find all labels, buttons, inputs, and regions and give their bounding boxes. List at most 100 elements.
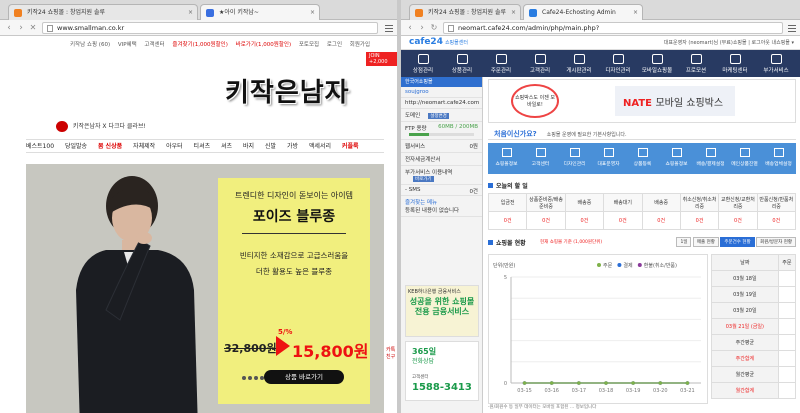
menu-mobile[interactable]: 모바일쇼핑몰 — [639, 50, 675, 77]
extra-service-button[interactable]: 바로가기 — [413, 176, 434, 182]
slider-dots[interactable] — [242, 375, 266, 382]
phone-support-banner[interactable]: 365일 전화상담 고객센터 1588-3413 — [405, 341, 479, 401]
nav-item[interactable]: 당일발송 — [65, 140, 87, 153]
menu-customer[interactable]: 고객관리 — [522, 50, 558, 77]
quick-item[interactable]: 상품등록 — [624, 143, 661, 174]
forward-icon[interactable]: › — [417, 22, 427, 34]
menu-marketing[interactable]: 마케팅센터 — [717, 50, 753, 77]
quick-item[interactable]: 메인상품진열 — [726, 143, 763, 174]
data-point — [658, 381, 663, 385]
quick-item[interactable]: 대표운영자 — [590, 143, 627, 174]
customer-icon — [534, 54, 546, 64]
login-link[interactable]: 로그인 — [327, 42, 342, 48]
board-icon — [573, 54, 585, 64]
nav-item[interactable]: 베스트100 — [26, 140, 54, 153]
tab-sales[interactable]: 매출 현황 — [692, 237, 719, 247]
menu-board[interactable]: 게시판관리 — [561, 50, 597, 77]
close-icon[interactable]: × — [188, 5, 193, 20]
nav-item[interactable]: 가방 — [287, 140, 298, 153]
go-to-product-button[interactable]: 상품 바로가기 — [264, 370, 344, 384]
nav-item[interactable]: 액세서리 — [309, 140, 331, 153]
menu-promotion[interactable]: 프로모션 — [678, 50, 714, 77]
close-icon[interactable]: × — [310, 5, 315, 20]
signup-link[interactable]: 회원가입 — [350, 42, 370, 48]
quick-item[interactable]: 고객센터 — [522, 143, 559, 174]
ftp-progress-bar — [409, 133, 474, 136]
tab-1[interactable]: 키작24 쇼핑몰 : 창업지원 솔루 × — [409, 4, 521, 20]
quick-item[interactable]: 디자인관리 — [556, 143, 593, 174]
menu-store[interactable]: 상점관리 — [405, 50, 441, 77]
close-icon[interactable]: × — [633, 5, 638, 20]
top-link[interactable]: 고객센터 — [144, 42, 164, 48]
quick-menu: 쇼핑몰정보 고객센터 디자인관리 대표운영자 상품등록 쇼핑몰정보 배송/결제설… — [488, 143, 796, 174]
top-link[interactable]: 바로가기(1,000원할인) — [236, 42, 291, 48]
reload-icon[interactable]: ↻ — [429, 22, 439, 34]
nav-item[interactable]: 봄 신상품 — [98, 140, 122, 153]
quick-item[interactable]: 쇼핑몰정보 — [488, 143, 525, 174]
tab-label: 키작24 쇼핑몰 : 창업지원 솔루 — [428, 9, 507, 16]
nav-item[interactable]: 커플룩 — [342, 140, 359, 153]
nav-item[interactable]: 신발 — [265, 140, 276, 153]
top-links: 키작남 쇼핑 (60) VIP혜택 고객센터 즐겨찾기(1,000원할인) 바로… — [70, 40, 376, 48]
nav-item[interactable]: 셔츠 — [221, 140, 232, 153]
reload-icon[interactable]: ✕ — [28, 22, 38, 34]
quick-item[interactable]: 쇼핑몰정보 — [658, 143, 695, 174]
forward-icon[interactable]: › — [16, 22, 26, 34]
url-input[interactable]: neomart.cafe24.com/admin/php/main.php? — [443, 22, 783, 34]
x-tick-label: 03-18 — [599, 388, 614, 394]
table-cell — [777, 350, 797, 367]
nav-item[interactable]: 아우터 — [166, 140, 183, 153]
menu-icon[interactable] — [787, 23, 797, 33]
nav-item[interactable]: 티셔츠 — [194, 140, 211, 153]
nav-item[interactable]: 자체제작 — [133, 140, 155, 153]
mobile-icon — [651, 54, 663, 64]
top-link[interactable]: VIP혜택 — [118, 42, 137, 48]
data-point — [685, 381, 690, 385]
menu-design[interactable]: 디자인관리 — [600, 50, 636, 77]
back-icon[interactable]: ‹ — [405, 22, 415, 34]
join-badge[interactable]: JOIN +2,000 — [366, 52, 397, 66]
tab-1[interactable]: 키작24 쇼핑몰 : 창업지원 솔루 × — [8, 4, 198, 20]
model-photo — [76, 176, 198, 413]
page-icon — [448, 25, 454, 32]
table-cell: 주문 — [777, 254, 797, 271]
url-input[interactable]: www.smallman.co.kr — [42, 22, 378, 34]
domain-url[interactable]: http://neomart.cafe24.com — [405, 100, 479, 106]
data-point — [604, 381, 608, 385]
top-link[interactable]: 포토모집 — [299, 42, 319, 48]
back-icon[interactable]: ‹ — [4, 22, 14, 34]
period-select[interactable]: 1일 — [676, 237, 692, 247]
table-row: 0건 0건 0건 0건 0건 0건 0건 0건 — [487, 211, 797, 230]
keb-bank-banner[interactable]: KEB하나은행 금융서비스 성공을 위한 쇼핑몰 전용 금융서비스 — [405, 285, 479, 337]
tab-visitors[interactable]: 회원/방문자 현황 — [756, 237, 796, 247]
table-cell: 03월 19일 — [711, 286, 779, 303]
quick-item[interactable]: 배송업체설정 — [760, 143, 797, 174]
domain-setting-button[interactable]: 설정변경 — [428, 113, 449, 119]
promo-banner[interactable]: 트렌디한 디자인이 돋보이는 아이템 포이즈 블루종 빈티지한 소재감으로 고급… — [26, 164, 384, 413]
table-row: 주간평균 — [711, 334, 797, 351]
table-cell: 03월 21일 (금일) — [711, 318, 779, 335]
menu-product[interactable]: 상품관리 — [444, 50, 480, 77]
y-tick-label: 0 — [504, 381, 507, 387]
quick-item[interactable]: 배송/결제설정 — [692, 143, 729, 174]
legend-label: 결제 — [623, 262, 633, 269]
menu-order[interactable]: 주문관리 — [483, 50, 519, 77]
top-link[interactable]: 키작남 쇼핑 (60) — [70, 42, 110, 48]
nate-ad-banner[interactable]: 쇼핑박스도 이젠 모바일로! NATE 모바일 쇼핑박스 — [488, 79, 796, 123]
close-icon[interactable]: × — [511, 5, 516, 20]
menu-icon[interactable] — [384, 23, 394, 33]
site-logo[interactable]: 키작은남자 — [225, 72, 350, 109]
tab-orders[interactable]: 주문건수 현황 — [720, 237, 755, 247]
cafe24-logo[interactable]: cafe24 쇼핑몰센터 — [409, 37, 468, 47]
addon-icon — [770, 54, 782, 64]
nav-item[interactable]: 바지 — [243, 140, 254, 153]
side-ad[interactable]: 카톡 친구 — [386, 346, 397, 360]
admin-main-menu: 상점관리 상품관리 주문관리 고객관리 게시판관리 디자인관리 모바일쇼핑몰 프… — [401, 50, 800, 77]
sales-subtitle: 현재 쇼핑몰 기준 (1,000원단위) — [540, 240, 603, 245]
header-user-info[interactable]: 대표운영자 (neomart)님 (무료)쇼핑몰 | 로그아웃 내쇼핑몰 ▾ — [664, 39, 794, 46]
top-link[interactable]: 즐겨찾기(1,000원할인) — [172, 42, 227, 48]
product-add-icon — [637, 148, 648, 157]
tab-2[interactable]: ★아이 키작남~ × — [200, 4, 320, 20]
menu-addon[interactable]: 부가서비스 — [756, 50, 796, 77]
tab-2[interactable]: Cafe24-Echosting Admin × — [523, 4, 643, 20]
